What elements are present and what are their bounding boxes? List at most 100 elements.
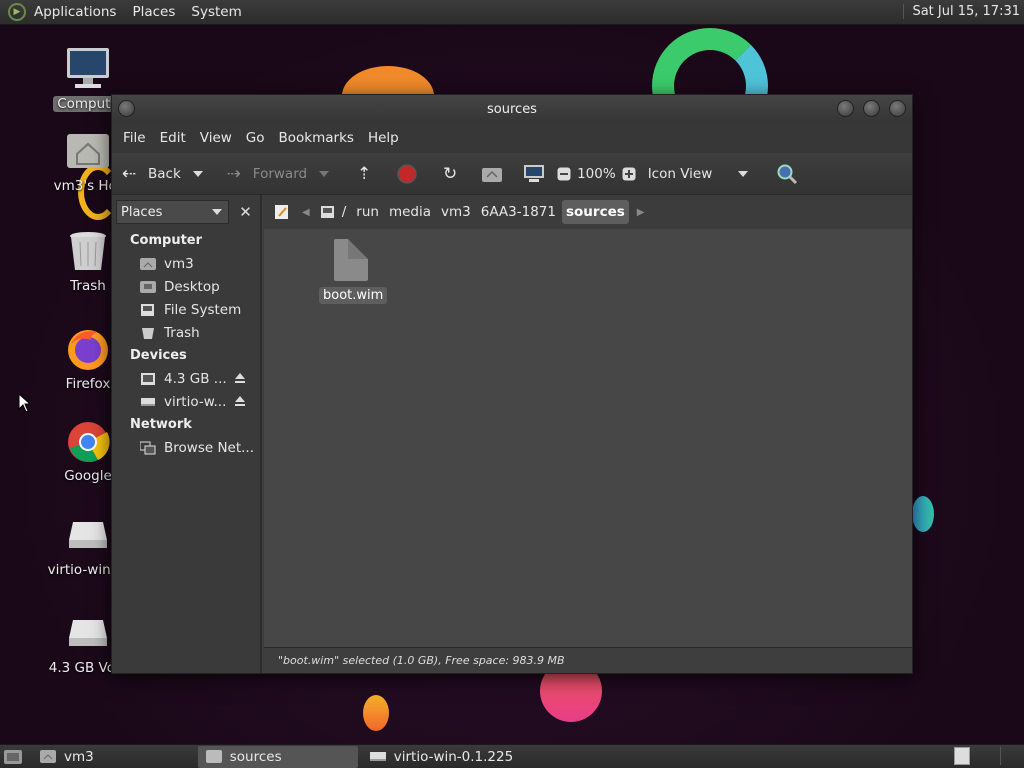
breadcrumb-vm3[interactable]: vm3 <box>437 200 475 224</box>
menu-view[interactable]: View <box>193 130 239 146</box>
file-name: boot.wim <box>319 287 388 304</box>
back-button[interactable]: ⇠ Back <box>112 159 187 189</box>
zoom-level: 100% <box>577 165 616 182</box>
sidebar-section-devices: Devices <box>130 348 187 363</box>
chevron-down-icon <box>212 209 223 215</box>
sidebar-section-computer: Computer <box>130 233 203 248</box>
desktop-icon-label: Trash <box>70 278 106 294</box>
zoom-out-icon <box>557 167 571 180</box>
firefox-icon <box>65 326 111 372</box>
show-desktop-icon[interactable] <box>2 747 24 767</box>
sidebar-item-filesystem[interactable]: File System <box>112 298 260 321</box>
toolbar: ⇠ Back ⇢ Forward ⇡ ↻ 100% Icon View <box>112 153 912 195</box>
sidebar-section-network: Network <box>130 417 192 432</box>
home-folder-icon <box>40 750 56 763</box>
menubar: File Edit View Go Bookmarks Help <box>112 123 912 153</box>
stop-button[interactable] <box>391 159 423 189</box>
workspace-2[interactable] <box>1000 747 1024 765</box>
workspace-1[interactable] <box>954 747 970 765</box>
minimize-button[interactable] <box>837 100 854 117</box>
window-menu-button[interactable] <box>118 100 135 117</box>
taskbar-item-vm3[interactable]: vm3 <box>32 746 102 768</box>
taskbar-item-sources[interactable]: sources <box>197 745 358 768</box>
sidebar-item-label: File System <box>164 301 242 318</box>
forward-label: Forward <box>252 165 308 182</box>
taskbar-item-virtio[interactable]: virtio-win-0.1.225 <box>362 746 521 768</box>
menu-help[interactable]: Help <box>361 130 406 146</box>
drive-icon <box>65 512 111 558</box>
eject-icon[interactable] <box>234 372 246 384</box>
clock[interactable]: Sat Jul 15, 17:31 <box>903 4 1020 19</box>
file-icon <box>334 239 368 281</box>
file-view[interactable]: ◀ / run media vm3 6AA3-1871 sources ▶ bo… <box>264 195 912 673</box>
drive-icon <box>141 397 155 406</box>
breadcrumb-volume[interactable]: 6AA3-1871 <box>477 200 560 224</box>
sidebar-item-trash[interactable]: Trash <box>112 321 260 344</box>
back-history-dropdown[interactable] <box>192 170 203 177</box>
menu-places[interactable]: Places <box>124 4 183 20</box>
menu-file[interactable]: File <box>116 130 153 146</box>
trash-icon <box>65 228 111 274</box>
menu-go[interactable]: Go <box>239 130 272 146</box>
drive-icon <box>141 372 155 385</box>
menu-bookmarks[interactable]: Bookmarks <box>272 130 361 146</box>
edit-location-button[interactable] <box>270 200 294 224</box>
search-button[interactable] <box>770 159 804 189</box>
home-icon <box>140 257 156 270</box>
chrome-icon <box>65 418 111 464</box>
home-button[interactable] <box>475 159 509 189</box>
sidebar-item-volume[interactable]: 4.3 GB ... <box>112 367 260 390</box>
breadcrumb-media[interactable]: media <box>385 200 435 224</box>
zoom-out-button[interactable] <box>551 159 577 189</box>
reload-button[interactable]: ↻ <box>433 159 467 189</box>
breadcrumb-root[interactable]: / <box>316 200 351 224</box>
sidebar-selector[interactable]: Places <box>116 200 230 224</box>
sidebar-item-label: virtio-w... <box>164 393 227 410</box>
mouse-cursor-icon <box>18 393 30 413</box>
path-scroll-left[interactable]: ◀ <box>296 207 316 218</box>
sidebar-item-label: 4.3 GB ... <box>164 370 227 387</box>
eject-icon[interactable] <box>234 395 246 407</box>
reload-icon: ↻ <box>442 163 458 184</box>
breadcrumb: ◀ / run media vm3 6AA3-1871 sources ▶ <box>264 195 912 229</box>
window-titlebar[interactable]: sources <box>112 95 912 123</box>
computer-button[interactable] <box>517 159 551 189</box>
zoom-in-button[interactable] <box>616 159 642 189</box>
sidebar-item-browse-network[interactable]: Browse Net... <box>112 436 260 459</box>
file-item[interactable]: boot.wim <box>319 239 388 304</box>
breadcrumb-run[interactable]: run <box>352 200 383 224</box>
close-icon[interactable]: ✕ <box>235 201 256 223</box>
menu-applications[interactable]: Applications <box>26 4 124 20</box>
drive-icon <box>369 752 386 761</box>
sidebar-item-virtio[interactable]: virtio-w... <box>112 390 260 413</box>
path-scroll-right[interactable]: ▶ <box>631 207 651 218</box>
home-folder-icon <box>65 128 111 174</box>
view-mode-select[interactable]: Icon View <box>642 159 760 189</box>
bottom-panel: vm3 sources virtio-win-0.1.225 <box>0 744 1024 768</box>
taskbar-item-label: virtio-win-0.1.225 <box>393 748 514 765</box>
close-button[interactable] <box>889 100 906 117</box>
window-title: sources <box>487 101 537 117</box>
sidebar-selector-label: Places <box>121 204 163 220</box>
window-body: Places ✕ Computer vm3 Desktop File Syste… <box>112 195 912 673</box>
taskbar-item-label: vm3 <box>64 748 94 765</box>
maximize-button[interactable] <box>863 100 880 117</box>
forward-button[interactable]: ⇢ Forward <box>217 159 313 189</box>
wallpaper-blue-blob <box>912 496 934 532</box>
wallpaper-small-orange <box>363 695 389 731</box>
up-button[interactable]: ⇡ <box>347 159 381 189</box>
sidebar-item-vm3[interactable]: vm3 <box>112 252 260 275</box>
menu-system[interactable]: System <box>183 4 249 20</box>
menu-edit[interactable]: Edit <box>153 130 193 146</box>
filesystem-icon <box>141 303 154 316</box>
mate-logo-icon[interactable]: ▶ <box>8 3 26 21</box>
chevron-down-icon <box>737 170 748 177</box>
sidebar-item-label: Browse Net... <box>164 439 255 456</box>
breadcrumb-sources[interactable]: sources <box>562 200 629 224</box>
desktop-folder-icon <box>140 280 156 293</box>
sidebar-item-desktop[interactable]: Desktop <box>112 275 260 298</box>
workspace-switcher <box>954 747 1024 765</box>
forward-history-dropdown[interactable] <box>319 170 330 177</box>
home-icon <box>482 167 503 182</box>
back-label: Back <box>148 165 181 182</box>
